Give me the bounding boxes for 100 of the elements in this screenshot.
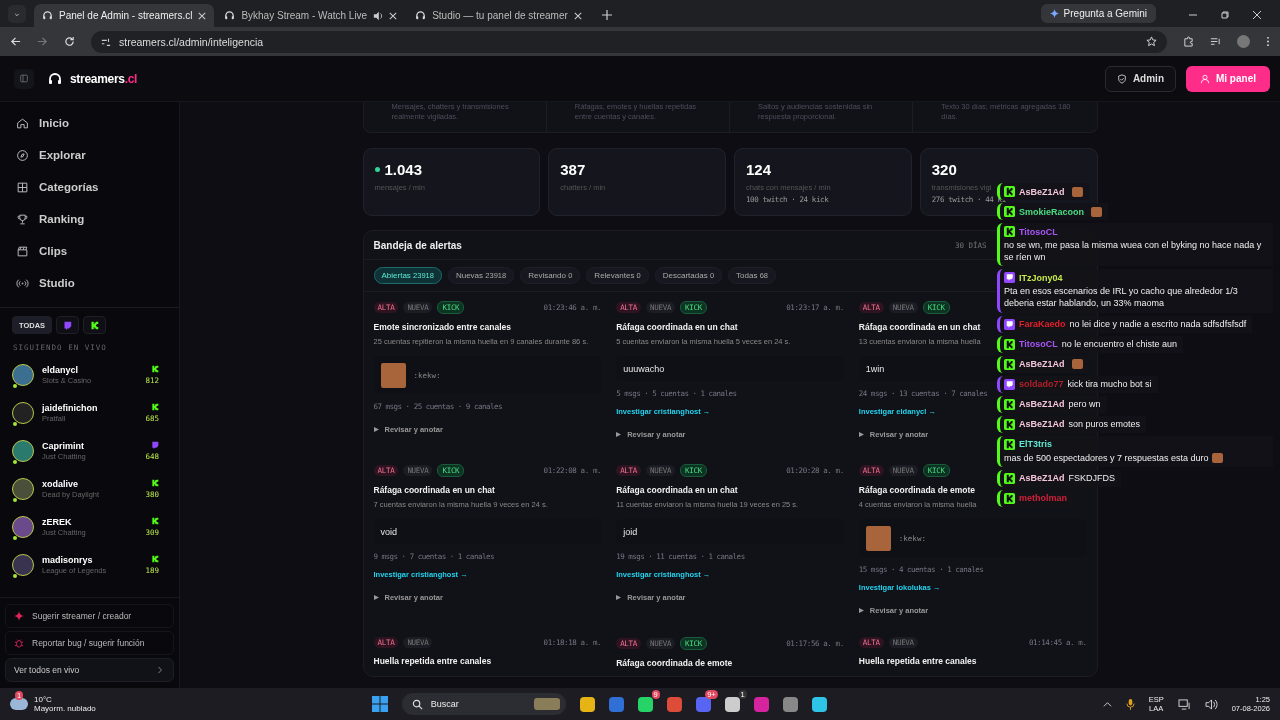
live-dot <box>13 422 17 426</box>
chat-username: AsBeZ1Ad <box>1019 186 1065 197</box>
forward-icon[interactable] <box>37 36 48 47</box>
alert-title: Huella repetida entre canales <box>373 656 492 667</box>
app-icon[interactable] <box>579 696 595 712</box>
taskbar-search[interactable]: Buscar <box>401 693 566 715</box>
app-icon[interactable] <box>637 696 653 712</box>
app-icon[interactable] <box>782 696 798 712</box>
speaker-icon[interactable] <box>373 10 384 21</box>
chevron-up-icon[interactable] <box>1102 699 1112 709</box>
close-icon[interactable] <box>573 11 582 20</box>
back-icon[interactable] <box>10 36 21 47</box>
close-icon[interactable] <box>389 11 398 20</box>
gemini-button[interactable]: Pregunta a Gemini <box>1040 4 1156 23</box>
channel-name: zEREK <box>42 517 73 527</box>
nav-icon <box>16 148 29 162</box>
chat-text: FSKDJFDS <box>1068 473 1116 484</box>
star-icon[interactable] <box>1146 36 1157 47</box>
chat-text: no le encuentro el chiste aun <box>1061 339 1177 350</box>
platform-filter[interactable] <box>83 316 107 334</box>
chat-username: FaraKaedo <box>1019 319 1066 330</box>
nav-icon <box>16 212 29 226</box>
browser-tab[interactable]: Bykhay Stream - Watch Live <box>216 4 406 27</box>
microphone-icon[interactable] <box>1125 698 1135 710</box>
emote-image <box>865 525 891 551</box>
puzzle-icon[interactable] <box>1183 36 1194 47</box>
start-icon[interactable] <box>371 696 388 712</box>
alert-title: Huella repetida entre canales <box>858 656 977 667</box>
site-info-icon[interactable] <box>101 36 111 47</box>
alert-title: Ráfaga coordinada en un chat <box>858 322 981 333</box>
headphones-icon <box>415 10 427 21</box>
sidebar-toggle-button[interactable] <box>14 68 34 89</box>
chat-username: ElT3tris <box>1019 439 1052 450</box>
restore-icon[interactable] <box>1220 10 1230 20</box>
avatar <box>12 516 34 538</box>
brand-domain[interactable]: .cl <box>124 71 138 86</box>
chat-username: AsBeZ1Ad <box>1019 399 1065 410</box>
avatar <box>12 478 34 500</box>
alert-title: Ráfaga coordinada en un chat <box>616 322 738 333</box>
app-icon[interactable] <box>724 696 740 712</box>
headphones-icon <box>224 10 236 21</box>
chat-username: AsBeZ1Ad <box>1019 359 1065 370</box>
volume-icon[interactable] <box>1204 698 1218 710</box>
nav-item[interactable]: Explorar <box>0 139 179 171</box>
stat-value: 1.043 <box>384 161 423 179</box>
profile-avatar[interactable] <box>1237 35 1250 48</box>
channel-name: madisonrys <box>42 555 94 565</box>
nav-item[interactable]: Clips <box>0 235 179 267</box>
close-icon[interactable] <box>198 11 207 20</box>
channel-name: xodalive <box>42 479 80 489</box>
network-icon[interactable] <box>1177 698 1191 710</box>
temperature: 10°C <box>34 695 53 704</box>
app-icon[interactable] <box>811 696 827 712</box>
chat-text: Pta en esos escenarios de IRL yo cacho que alrededor 1/3 deberia estar hablando, un 33% maoma <box>1004 286 1238 309</box>
channel-name: eldanycl <box>42 365 80 375</box>
panel-title: Bandeja de alertas <box>373 240 462 252</box>
emote-image <box>380 362 406 388</box>
see-all-live-button[interactable]: Ver todos en vivo <box>5 658 174 682</box>
chat-username: ITzJony04 <box>1019 272 1063 283</box>
user-icon <box>1200 73 1210 84</box>
menu-icon[interactable] <box>1266 36 1270 47</box>
brand-name[interactable]: streamers <box>70 71 125 86</box>
report-link[interactable]: Reportar bug / sugerir función <box>5 631 174 655</box>
triangle-icon <box>373 427 379 433</box>
live-dot <box>13 384 17 388</box>
sparkle-icon <box>1049 9 1059 18</box>
browser-tab[interactable]: Studio — tu panel de streamer <box>407 4 590 27</box>
nav-item[interactable]: Categorías <box>0 171 179 203</box>
new-tab-icon[interactable] <box>601 10 612 20</box>
live-dot <box>13 536 17 540</box>
channel-name: Caprimint <box>42 441 85 451</box>
avatar <box>12 554 34 576</box>
stat-value: 387 <box>560 161 586 179</box>
channel-name: jaidefinichon <box>42 403 99 413</box>
alert-title: Ráfaga coordinada en un chat <box>373 485 495 496</box>
tab-title: Panel de Admin - streamers.cl <box>59 10 193 21</box>
sample-text: joid <box>623 526 638 537</box>
sample-text: uuuwacho <box>623 363 665 374</box>
close-icon[interactable] <box>1252 10 1262 20</box>
nav-item[interactable]: Inicio <box>0 107 179 139</box>
chevron-right-icon <box>157 666 163 674</box>
address-bar[interactable]: streamers.cl/admin/inteligencia <box>91 30 1167 53</box>
chat-username: TitosoCL <box>1019 339 1058 350</box>
reload-icon[interactable] <box>64 36 75 47</box>
nav-item[interactable]: Studio <box>0 267 179 299</box>
admin-button[interactable]: Admin <box>1104 65 1176 92</box>
triangle-icon <box>858 432 864 438</box>
headphones-icon <box>42 10 53 21</box>
suggest-link[interactable]: Sugerir streamer / creador <box>5 604 174 628</box>
avatar <box>12 364 34 386</box>
my-panel-button[interactable]: Mi panel <box>1186 65 1270 92</box>
browser-tab[interactable]: Panel de Admin - streamers.cl <box>34 4 215 27</box>
chat-text: son puros emotes <box>1068 419 1141 430</box>
chat-username: AsBeZ1Ad <box>1019 473 1065 484</box>
chat-text: pero wn <box>1068 399 1101 410</box>
nav-item[interactable]: Ranking <box>0 203 179 235</box>
search-illustration <box>533 698 560 710</box>
live-dot <box>13 498 17 502</box>
media-icon[interactable] <box>1210 36 1221 47</box>
nav-icon <box>16 180 29 194</box>
